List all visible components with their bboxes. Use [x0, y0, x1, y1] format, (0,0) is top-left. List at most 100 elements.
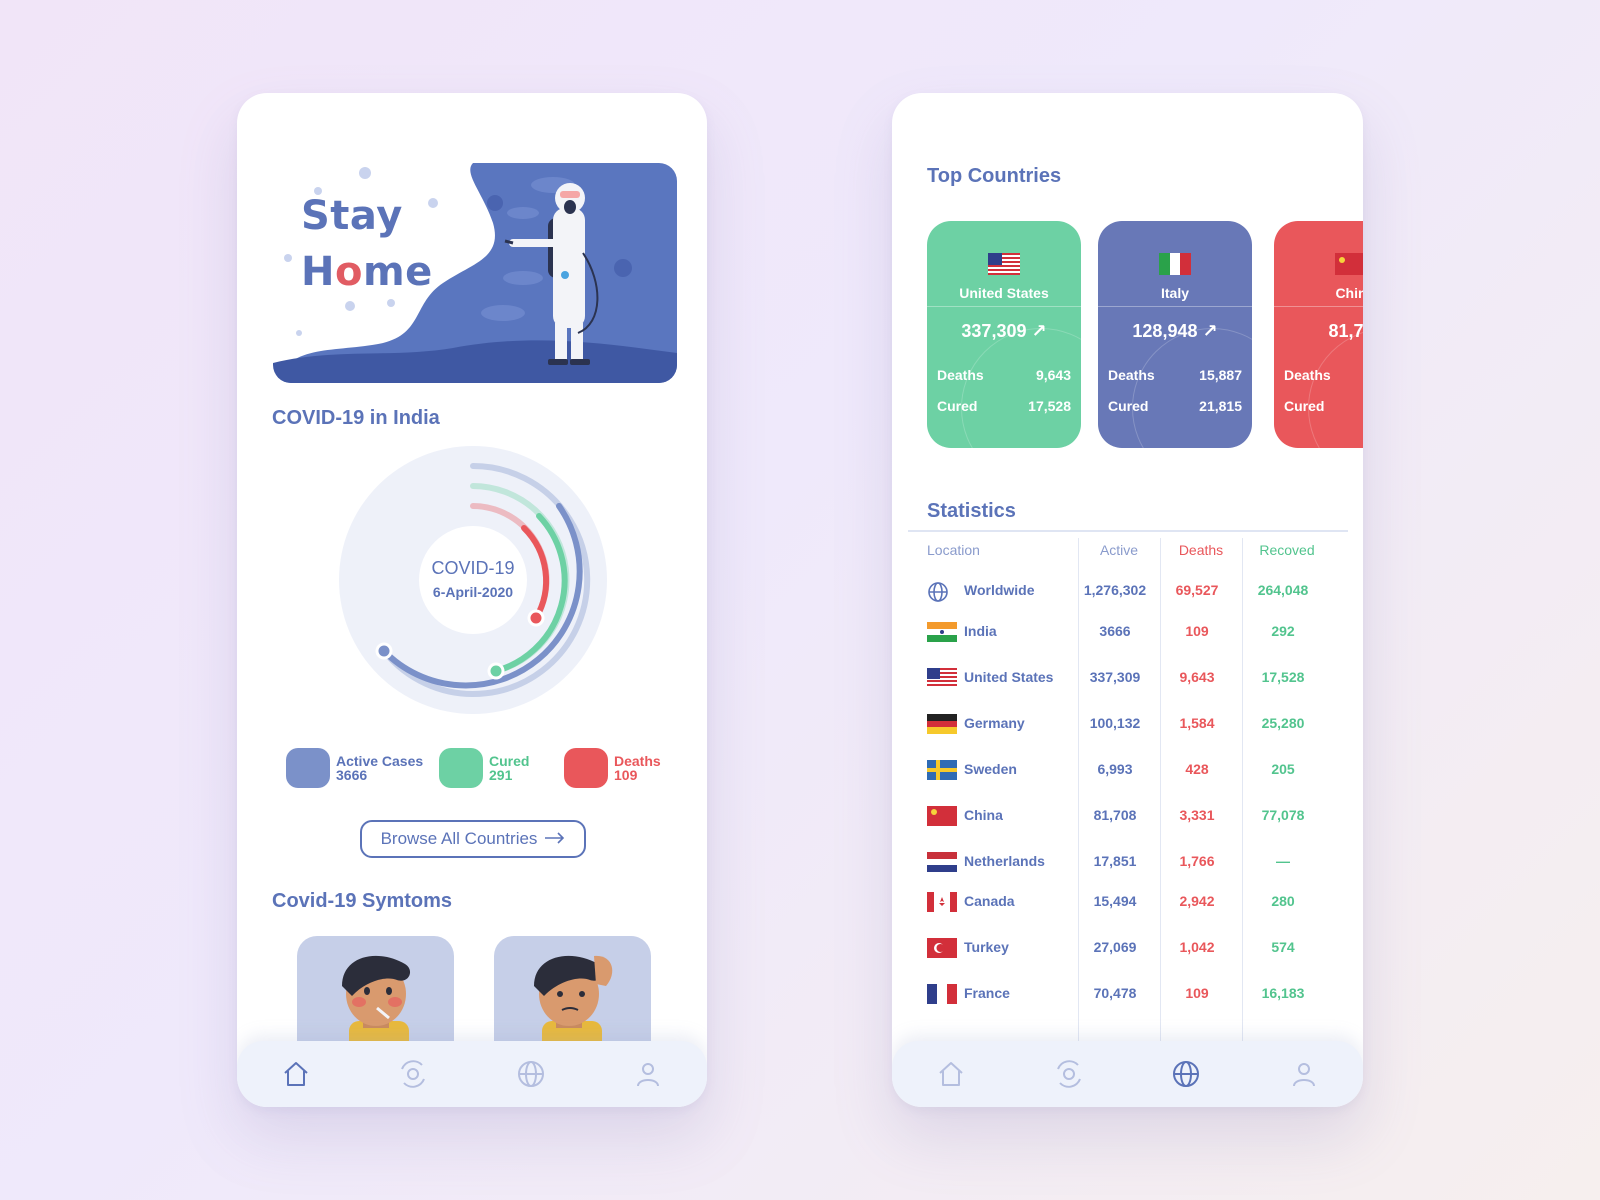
cell-active: 3666 — [1099, 623, 1131, 639]
card-cured-label: Cured — [1284, 398, 1325, 414]
header-location: Location — [927, 542, 980, 558]
card-cured-label: Cured — [937, 398, 978, 414]
cell-active: 337,309 — [1089, 669, 1141, 685]
italy-flag-icon — [1159, 253, 1191, 275]
bottom-nav — [892, 1041, 1363, 1107]
cell-deaths: 109 — [1185, 985, 1209, 1001]
cell-deaths: 1,766 — [1179, 853, 1215, 869]
nav-home[interactable] — [276, 1054, 316, 1094]
table-row[interactable]: Germany 100,132 1,584 25,280 — [892, 712, 1363, 736]
card-deaths-label: Deaths — [937, 367, 984, 383]
cell-deaths: 2,942 — [1179, 893, 1215, 909]
nav-profile[interactable] — [628, 1054, 668, 1094]
table-row[interactable]: Worldwide 1,276,302 69,527 264,048 — [892, 579, 1363, 603]
legend-deaths: Deaths 109 — [564, 748, 661, 788]
table-row[interactable]: Sweden 6,993 428 205 — [892, 758, 1363, 782]
nav-virus-scan[interactable] — [1049, 1054, 1089, 1094]
cell-active: 81,708 — [1093, 807, 1137, 823]
card-decoration — [961, 328, 1081, 448]
legend-deaths-value: 109 — [614, 767, 638, 783]
cell-active: 17,851 — [1093, 853, 1137, 869]
nav-globe[interactable] — [511, 1054, 551, 1094]
virus-scan-icon — [1056, 1060, 1081, 1088]
home-icon — [939, 1062, 963, 1086]
browse-button-label: Browse All Countries — [380, 829, 538, 848]
cell-location: Sweden — [964, 761, 1017, 777]
card-decoration — [1308, 328, 1363, 448]
card-country-name: Italy — [1160, 285, 1189, 301]
card-total-value: 337,309 — [961, 321, 1027, 341]
country-card-china[interactable]: Chin 81,70 Deaths Cured — [1274, 221, 1363, 448]
cell-deaths: 109 — [1185, 623, 1209, 639]
table-row[interactable]: Canada 15,494 2,942 280 — [892, 890, 1363, 914]
nav-profile[interactable] — [1284, 1054, 1324, 1094]
user-icon — [1293, 1063, 1316, 1087]
nav-home[interactable] — [931, 1054, 971, 1094]
legend-active-value: 3666 — [336, 767, 368, 783]
cell-deaths: 3,331 — [1179, 807, 1215, 823]
cell-recovered: 280 — [1271, 893, 1295, 909]
legend-deaths-swatch — [564, 748, 608, 788]
germany-flag-icon — [927, 714, 957, 734]
cell-location: Canada — [964, 893, 1015, 909]
table-row[interactable]: United States 337,309 9,643 17,528 — [892, 666, 1363, 690]
legend-active: Active Cases 3666 — [286, 748, 423, 788]
header-active: Active — [1099, 542, 1139, 558]
globe-icon — [517, 1061, 544, 1087]
statistics-title: Statistics — [927, 500, 1016, 522]
card-cured-row: Cured 21,815 — [1108, 398, 1242, 414]
cell-active: 6,993 — [1097, 761, 1133, 777]
donut-label: COVID-19 — [431, 558, 515, 578]
browse-all-countries-button[interactable]: Browse All Countries — [360, 820, 586, 858]
table-row[interactable]: Turkey 27,069 1,042 574 — [892, 936, 1363, 960]
virus-scan-icon — [401, 1060, 426, 1088]
india-flag-icon — [927, 622, 957, 642]
canada-flag-icon — [927, 892, 957, 912]
france-flag-icon — [927, 984, 957, 1004]
cell-location: Germany — [964, 715, 1025, 731]
cell-deaths: 1,042 — [1179, 939, 1215, 955]
globe-icon — [927, 581, 957, 602]
legend-cured-swatch — [439, 748, 483, 788]
card-deaths-row: Deaths — [1284, 367, 1363, 383]
card-cured-value: 21,815 — [1199, 398, 1242, 414]
cell-active: 15,494 — [1093, 893, 1137, 909]
cell-recovered: 574 — [1271, 939, 1295, 955]
card-decoration — [1132, 328, 1252, 448]
cell-active: 1,276,302 — [1083, 582, 1147, 598]
card-cured-value: 17,528 — [1028, 398, 1071, 414]
card-deaths-label: Deaths — [1108, 367, 1155, 383]
table-row[interactable]: France 70,478 109 16,183 — [892, 982, 1363, 1006]
nav-virus-scan[interactable] — [393, 1054, 433, 1094]
trend-up-icon: ↗ — [1031, 321, 1047, 341]
table-row[interactable]: Netherlands 17,851 1,766 — — [892, 850, 1363, 874]
legend-cured: Cured 291 — [439, 748, 529, 788]
table-row[interactable]: India 3666 109 292 — [892, 620, 1363, 644]
stay-home-banner: Stay Home — [273, 163, 677, 383]
table-row[interactable]: China 81,708 3,331 77,078 — [892, 804, 1363, 828]
country-card-italy[interactable]: Italy 128,948 ↗ Deaths 15,887 Cured 21,815 — [1098, 221, 1252, 448]
cell-location: United States — [964, 669, 1054, 685]
cell-deaths: 1,584 — [1179, 715, 1215, 731]
virus-o-icon: o — [334, 249, 363, 295]
user-icon — [637, 1063, 660, 1087]
nav-globe[interactable] — [1166, 1054, 1206, 1094]
legend-cured-text: Cured 291 — [489, 754, 529, 782]
cell-recovered: 17,528 — [1261, 669, 1305, 685]
card-cured-row: Cured — [1284, 398, 1363, 414]
cell-recovered: — — [1276, 853, 1290, 869]
donut-date: 6-April-2020 — [432, 584, 514, 600]
india-stats-donut: COVID-19 6-April-2020 — [339, 446, 607, 714]
card-divider — [1274, 306, 1363, 307]
country-card-united-states[interactable]: United States 337,309 ↗ Deaths 9,643 Cure… — [927, 221, 1081, 448]
home-icon — [284, 1062, 308, 1086]
hero-title-line2: Home — [301, 249, 433, 295]
legend-deaths-label: Deaths — [614, 753, 661, 769]
card-deaths-value: 9,643 — [1035, 367, 1071, 383]
sweden-flag-icon — [927, 760, 957, 780]
card-total: 128,948 ↗ — [1098, 321, 1252, 342]
card-country-name: Chin — [1335, 285, 1363, 301]
cell-recovered: 292 — [1271, 623, 1295, 639]
card-total: 81,70 — [1328, 321, 1363, 341]
statistics-screen: Top Countries United States 337,309 ↗ De… — [892, 93, 1363, 1107]
